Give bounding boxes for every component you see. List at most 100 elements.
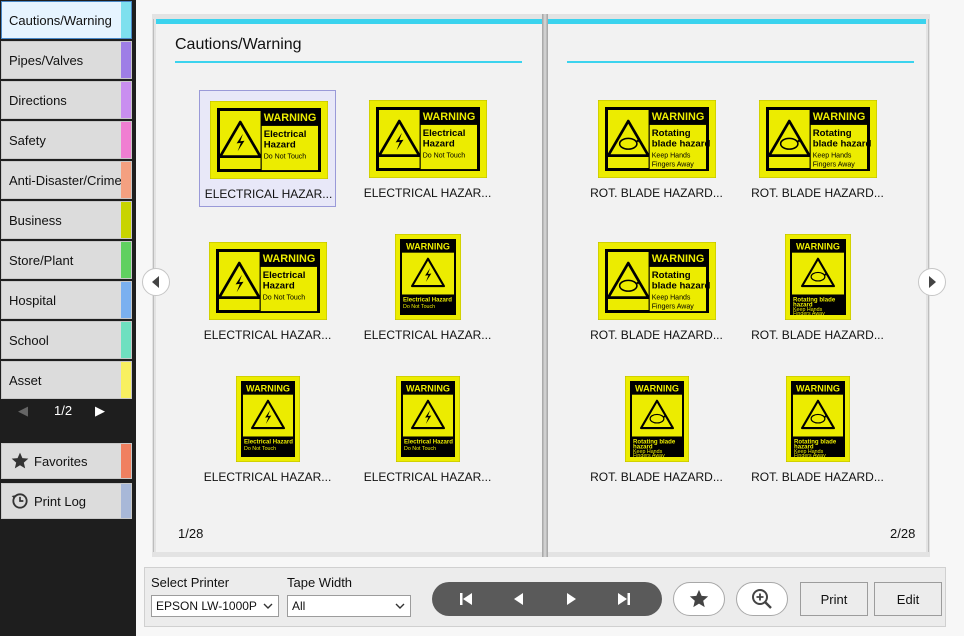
- category-label: Pipes/Valves: [9, 52, 84, 68]
- label-template-item[interactable]: WARNING Rotating blade hazard Keep Hands Fin…: [749, 232, 886, 349]
- label-preview: WARNING Electrical HazardDo Not Touch: [394, 233, 461, 321]
- favorites-color-strip: [121, 444, 131, 478]
- category-tab-store-plant[interactable]: Store/Plant: [1, 241, 132, 279]
- label-thumbnail: WARNING Electrical Hazard Do Not Touch: [235, 375, 300, 465]
- label-template-name: ELECTRICAL HAZAR...: [363, 328, 492, 342]
- label-template-item[interactable]: WARNING Rotating blade hazard Keep Hands Fin…: [588, 90, 725, 207]
- label-template-name: ROT. BLADE HAZARD...: [590, 328, 723, 342]
- label-preview: WARNING ElectricalHazard Do Not Touch: [209, 100, 328, 180]
- label-preview: WARNING Electrical HazardDo Not Touch: [395, 375, 460, 463]
- category-color-strip: [121, 42, 131, 78]
- label-template-item[interactable]: WARNING Rotating blade hazard Keep Hands Fin…: [588, 374, 725, 491]
- favorites-button[interactable]: Favorites: [1, 443, 132, 479]
- category-tab-business[interactable]: Business: [1, 201, 132, 239]
- sign-line-4: Fingers Away: [793, 311, 825, 317]
- category-color-strip: [121, 242, 131, 278]
- category-page-indicator: 1/2: [54, 403, 73, 418]
- sign-header-text: WARNING: [262, 253, 315, 265]
- add-favorite-button[interactable]: [673, 582, 725, 616]
- label-template-item[interactable]: WARNING Rotating blade hazard Keep Hands Fin…: [749, 90, 886, 207]
- category-label: Safety: [9, 132, 46, 148]
- category-color-strip: [121, 122, 131, 158]
- label-preview: WARNINGRotating bladehazardKeep HandsFin…: [784, 233, 851, 321]
- bottom-toolbar: Select Printer EPSON LW-1000P Tape Width…: [144, 567, 946, 627]
- category-color-strip: [121, 202, 131, 238]
- page-navigation-bar: [432, 582, 662, 616]
- label-template-item[interactable]: WARNING Electrical Hazard Do Not Touch ELEC…: [359, 374, 496, 491]
- sign-line-4: Fingers Away: [633, 453, 665, 459]
- category-sidebar: Cautions/Warning Pipes/Valves Directions Sa…: [0, 0, 136, 636]
- edit-button[interactable]: Edit: [874, 582, 942, 616]
- label-thumbnail: WARNING Rotating blade hazard Keep Hands Fin…: [597, 241, 716, 323]
- tape-width-label: Tape Width: [287, 575, 353, 590]
- sign-line-1: Rotating: [651, 270, 690, 281]
- category-tab-school[interactable]: School: [1, 321, 132, 359]
- category-color-strip: [121, 282, 131, 318]
- label-template-item[interactable]: WARNING Electrical Hazard Do Not Touch ELECT…: [359, 90, 496, 207]
- category-tab-directions[interactable]: Directions: [1, 81, 132, 119]
- label-thumbnail: WARNING Rotating blade hazard Keep Hands Fin…: [624, 375, 689, 465]
- label-thumbnail: WARNING Electrical Hazard Do Not Touch: [394, 233, 461, 323]
- sign-line-1: Electrical: [422, 128, 465, 139]
- label-preview: WARNING ElectricalHazard Do Not Touch: [208, 241, 327, 321]
- sign-line-3: Do Not Touch: [263, 154, 306, 161]
- category-next-page-button[interactable]: ▶: [95, 403, 105, 419]
- zoom-button[interactable]: [736, 582, 788, 616]
- label-template-name: ELECTRICAL HAZAR...: [204, 187, 333, 201]
- category-tab-anti-disaster-crime[interactable]: Anti-Disaster/Crime: [1, 161, 132, 199]
- label-preview: WARNING Rotatingblade hazard Keep Hands Fin…: [597, 241, 716, 321]
- print-log-button[interactable]: Print Log: [1, 483, 132, 519]
- last-page-button[interactable]: [604, 582, 644, 616]
- previous-page-arrow-button[interactable]: [142, 268, 170, 296]
- label-template-item[interactable]: WARNING Electrical Hazard Do Not Touch ELEC…: [359, 232, 496, 349]
- history-icon: [8, 491, 32, 511]
- label-thumbnail: WARNING Rotating blade hazard Keep Hands Fin…: [785, 375, 850, 465]
- category-tab-pipes-valves[interactable]: Pipes/Valves: [1, 41, 132, 79]
- sign-line-4: Fingers Away: [794, 453, 826, 459]
- next-page-arrow-button[interactable]: [918, 268, 946, 296]
- label-preview: WARNINGRotating bladehazardKeep HandsFin…: [624, 375, 689, 463]
- label-thumbnail: WARNING Rotating blade hazard Keep Hands Fin…: [784, 233, 851, 323]
- label-template-name: ELECTRICAL HAZAR...: [203, 470, 332, 484]
- chevron-down-icon: [395, 603, 405, 609]
- prev-page-button[interactable]: [498, 582, 538, 616]
- sign-header-text: WARNING: [812, 111, 865, 123]
- skip-last-icon: [618, 593, 630, 605]
- sign-line-3: Do Not Touch: [262, 295, 305, 302]
- sign-line-3: Keep Hands: [651, 295, 690, 302]
- label-template-item[interactable]: WARNING Rotating blade hazard Keep Hands Fin…: [749, 374, 886, 491]
- sign-header-text: WARNING: [405, 242, 449, 252]
- category-prev-page-button[interactable]: ◀: [18, 403, 28, 419]
- left-page-number: 1/28: [178, 526, 204, 541]
- label-template-item[interactable]: WARNING Electrical Hazard Do Not Touch ELECT…: [199, 232, 336, 349]
- category-tab-safety[interactable]: Safety: [1, 121, 132, 159]
- category-tab-asset[interactable]: Asset: [1, 361, 132, 399]
- chevron-right-icon: [929, 276, 936, 288]
- label-template-name: ELECTRICAL HAZAR...: [363, 470, 492, 484]
- label-book: Cautions/Warning WARNING Electrical Hazard…: [152, 14, 930, 557]
- next-page-button[interactable]: [552, 582, 592, 616]
- category-label: Business: [9, 212, 62, 228]
- label-thumbnail: WARNING Electrical Hazard Do Not Touch: [395, 375, 460, 465]
- title-underline: [175, 61, 522, 63]
- label-preview: WARNING Rotatingblade hazard Keep Hands Fin…: [597, 99, 716, 179]
- label-thumbnail: WARNING Rotating blade hazard Keep Hands Fin…: [597, 99, 716, 181]
- tape-width-select[interactable]: All: [287, 595, 411, 617]
- label-template-name: ROT. BLADE HAZARD...: [751, 470, 884, 484]
- category-tab-hospital[interactable]: Hospital: [1, 281, 132, 319]
- label-template-item[interactable]: WARNING Electrical Hazard Do Not Touch ELEC…: [199, 374, 336, 491]
- printer-select[interactable]: EPSON LW-1000P: [151, 595, 279, 617]
- play-icon: [567, 593, 576, 605]
- tape-width-select-value: All: [292, 599, 306, 613]
- category-tab-cautions-warning[interactable]: Cautions/Warning: [1, 1, 132, 39]
- label-template-item[interactable]: WARNING Electrical Hazard Do Not Touch ELECT…: [199, 90, 336, 207]
- category-label: Directions: [9, 92, 67, 108]
- sign-header-text: WARNING: [422, 111, 475, 123]
- category-label: School: [9, 332, 49, 348]
- sign-line-2: Hazard: [422, 139, 454, 150]
- print-button[interactable]: Print: [800, 582, 868, 616]
- category-label: Hospital: [9, 292, 56, 308]
- label-template-item[interactable]: WARNING Rotating blade hazard Keep Hands Fin…: [588, 232, 725, 349]
- first-page-button[interactable]: [446, 582, 486, 616]
- category-label: Cautions/Warning: [9, 12, 112, 28]
